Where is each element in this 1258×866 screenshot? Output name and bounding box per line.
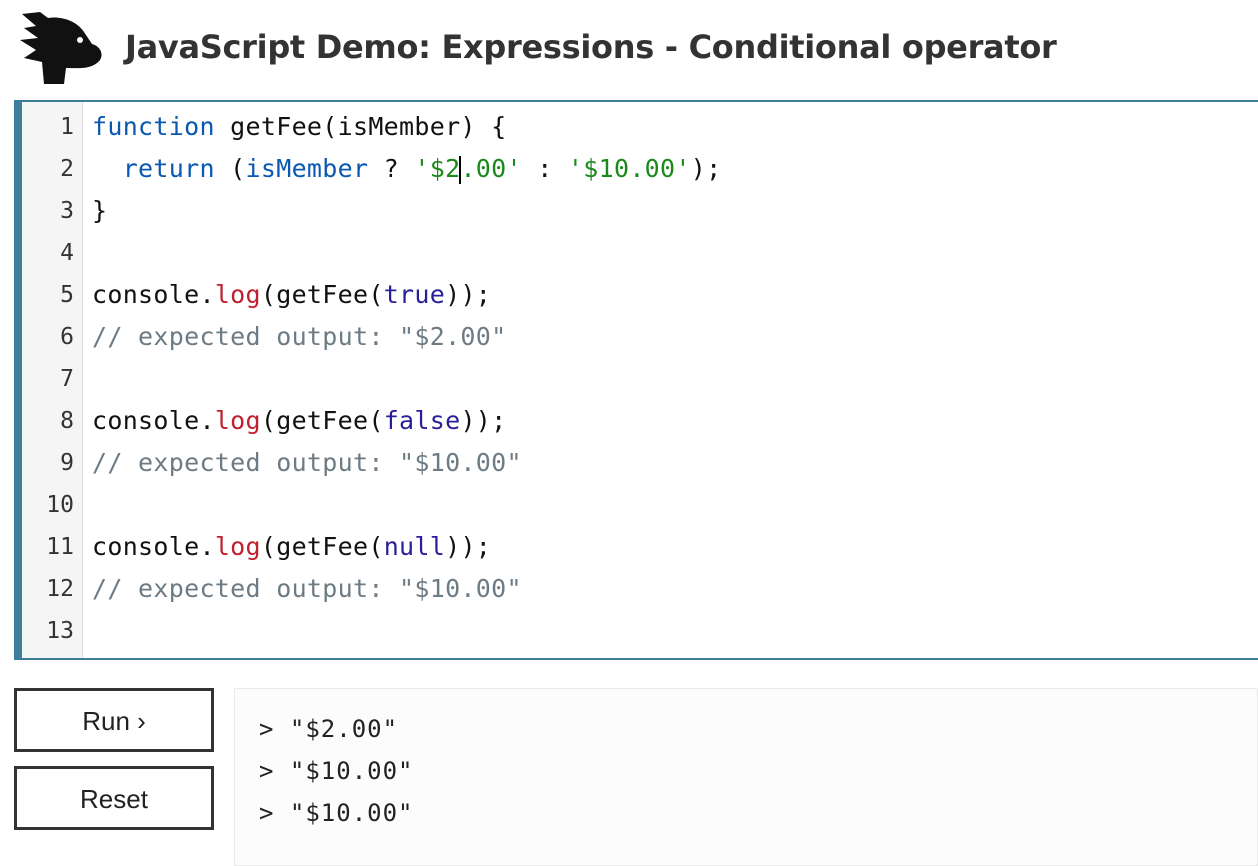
code-token: }	[92, 196, 108, 225]
code-line[interactable]: 11 console.log(getFee(null));	[22, 526, 1258, 568]
code-line[interactable]: 3}	[22, 190, 1258, 232]
header: JavaScript Demo: Expressions - Condition…	[0, 0, 1258, 100]
code-token: (getFee(	[260, 532, 384, 561]
code-text[interactable]: // expected output: "$2.00"	[92, 316, 506, 358]
code-token: // expected output: "$10.00"	[92, 448, 522, 477]
code-text[interactable]: console.log(getFee(true));	[92, 274, 491, 316]
code-text[interactable]: // expected output: "$10.00"	[92, 442, 522, 484]
code-token: false	[383, 406, 461, 435]
code-token: ));	[460, 406, 507, 435]
code-token: ));	[445, 532, 492, 561]
line-number: 7	[60, 366, 74, 392]
code-text[interactable]: console.log(getFee(null));	[92, 526, 491, 568]
line-number: 2	[60, 156, 74, 182]
code-line[interactable]: 4	[22, 232, 1258, 274]
reset-button[interactable]: Reset	[14, 766, 214, 830]
code-token: '$10.00'	[567, 154, 691, 183]
code-token: .00'	[460, 154, 522, 183]
code-token: (getFee(	[260, 280, 384, 309]
code-token: isMember	[245, 154, 369, 183]
code-token: null	[383, 532, 446, 561]
code-text[interactable]: }	[92, 190, 107, 232]
code-line[interactable]: 2 return (isMember ? '$2.00' : '$10.00')…	[22, 148, 1258, 190]
line-number: 1	[60, 114, 74, 140]
code-line[interactable]: 1 function getFee(isMember) {	[22, 106, 1258, 148]
code-line[interactable]: 5 console.log(getFee(true));	[22, 274, 1258, 316]
code-token: ?	[368, 154, 415, 183]
console-line: > "$2.00"	[259, 715, 399, 743]
console-line: > "$10.00"	[259, 799, 414, 827]
line-number: 5	[60, 282, 74, 308]
line-number: 4	[60, 240, 74, 266]
code-token: // expected output: "$2.00"	[92, 322, 507, 351]
code-token: log	[214, 406, 261, 435]
code-text[interactable]: console.log(getFee(false));	[92, 400, 507, 442]
line-number: 6	[60, 324, 74, 350]
code-token: // expected output: "$10.00"	[92, 574, 522, 603]
code-line[interactable]: 6 // expected output: "$2.00"	[22, 316, 1258, 358]
line-number: 12	[46, 576, 74, 602]
code-token: log	[214, 532, 261, 561]
page-title: JavaScript Demo: Expressions - Condition…	[125, 28, 1057, 66]
code-line[interactable]: 8 console.log(getFee(false));	[22, 400, 1258, 442]
code-line[interactable]: 9 // expected output: "$10.00"	[22, 442, 1258, 484]
code-text[interactable]: // expected output: "$10.00"	[92, 568, 522, 610]
code-text[interactable]: return (isMember ? '$2.00' : '$10.00');	[92, 148, 721, 190]
code-token: '$2	[414, 154, 461, 183]
dinosaur-head-icon	[14, 10, 106, 86]
code-token: console.	[92, 280, 215, 309]
code-line[interactable]: 7	[22, 358, 1258, 400]
line-number: 11	[46, 534, 74, 560]
code-editor[interactable]: 1 function getFee(isMember) {2 return (is…	[14, 100, 1258, 660]
console-output: > "$2.00" > "$10.00" > "$10.00"	[234, 688, 1258, 866]
code-token: return	[122, 154, 215, 183]
code-token: :	[521, 154, 568, 183]
code-token: (getFee(	[260, 406, 384, 435]
code-text[interactable]: function getFee(isMember) {	[92, 106, 507, 148]
code-token: console.	[92, 406, 215, 435]
console-line: > "$10.00"	[259, 757, 414, 785]
code-line[interactable]: 12 // expected output: "$10.00"	[22, 568, 1258, 610]
line-number: 8	[60, 408, 74, 434]
code-token: );	[690, 154, 722, 183]
code-token: ));	[445, 280, 492, 309]
line-number: 10	[46, 492, 74, 518]
code-line[interactable]: 10	[22, 484, 1258, 526]
line-number: 3	[60, 198, 74, 224]
code-token: function	[92, 112, 215, 141]
code-token: console.	[92, 532, 215, 561]
code-line[interactable]: 13	[22, 610, 1258, 652]
code-token: (	[214, 154, 246, 183]
code-token: true	[383, 280, 446, 309]
line-number: 9	[60, 450, 74, 476]
code-token: getFee(isMember) {	[214, 112, 507, 141]
line-number: 13	[46, 618, 74, 644]
code-token: log	[214, 280, 261, 309]
run-button[interactable]: Run ›	[14, 688, 214, 752]
